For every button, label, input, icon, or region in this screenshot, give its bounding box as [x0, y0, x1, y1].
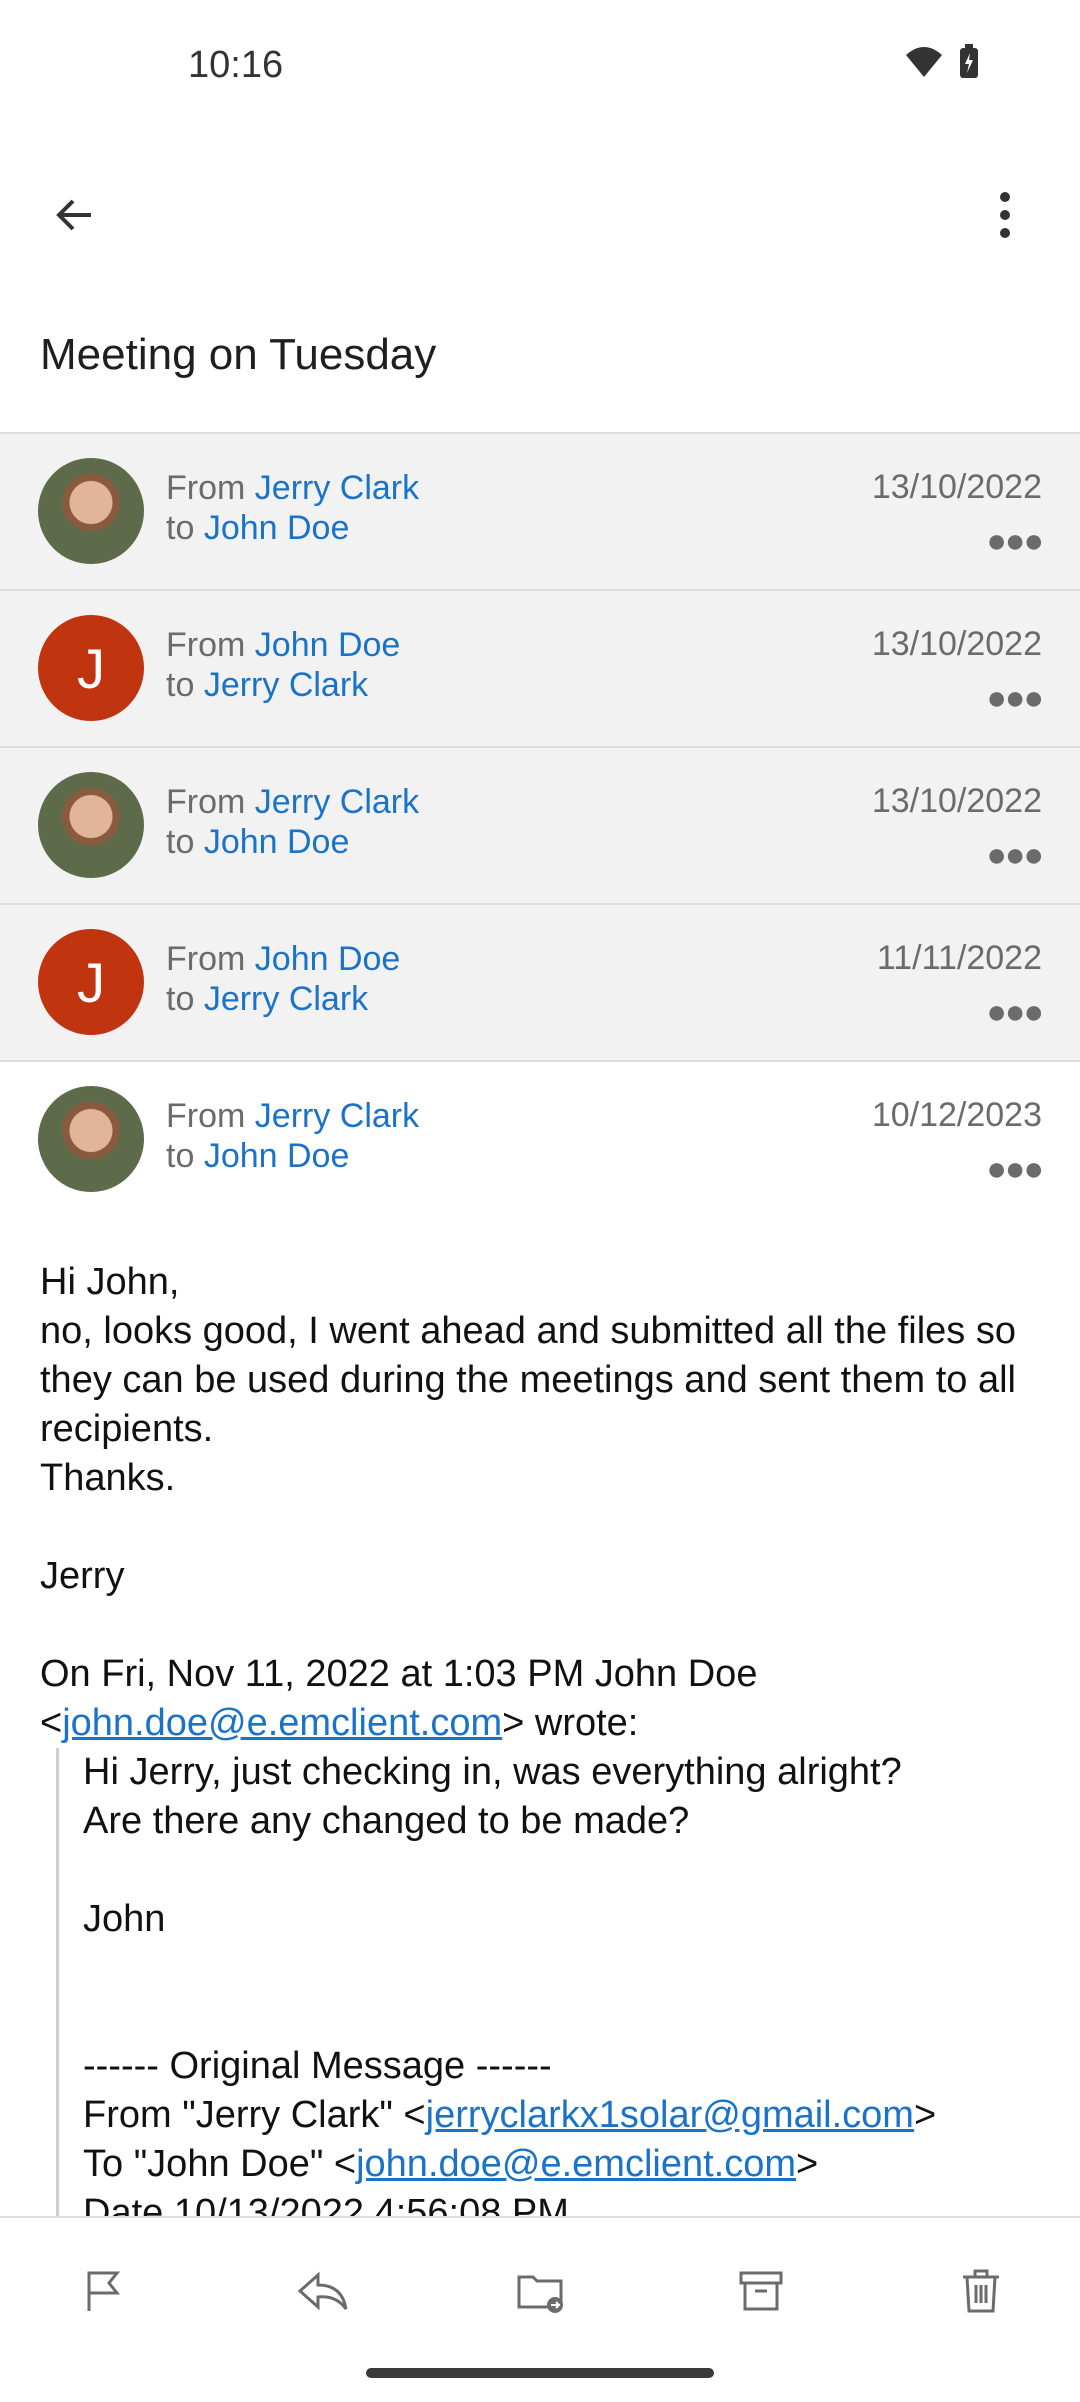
more-horizontal-icon[interactable]: ●●● — [986, 836, 1044, 875]
from-label: From — [166, 626, 246, 664]
sender-name[interactable]: John Doe — [255, 626, 401, 664]
home-indicator[interactable] — [366, 2368, 714, 2378]
avatar — [38, 1086, 144, 1192]
to-label: to — [166, 1137, 195, 1175]
back-button[interactable] — [40, 180, 110, 250]
sender-name[interactable]: Jerry Clark — [255, 469, 419, 507]
flag-button[interactable] — [68, 2256, 138, 2326]
from-label: From — [166, 1097, 246, 1135]
recipient-name[interactable]: John Doe — [204, 1137, 350, 1175]
delete-button[interactable] — [946, 2256, 1016, 2326]
thread-message[interactable]: From Jerry Clark to John Doe 13/10/2022 … — [0, 432, 1080, 589]
app-bar — [0, 160, 1080, 260]
message-date: 13/10/2022 — [871, 625, 1042, 663]
battery-icon — [960, 44, 978, 78]
quote-line: Hi Jerry, just checking in, was everythi… — [83, 1751, 902, 1793]
thread-message[interactable]: J From John Doe to Jerry Clark 11/11/202… — [0, 903, 1080, 1060]
quote-line: Are there any changed to be made? — [83, 1800, 690, 1842]
sender-email-link[interactable]: john.doe@e.emclient.com — [62, 1702, 502, 1744]
avatar: J — [38, 929, 144, 1035]
thread-message[interactable]: From Jerry Clark to John Doe 13/10/2022 … — [0, 746, 1080, 903]
thread-message[interactable]: J From John Doe to Jerry Clark 13/10/202… — [0, 589, 1080, 746]
recipient-name[interactable]: John Doe — [204, 509, 350, 547]
more-options-button[interactable] — [970, 180, 1040, 250]
avatar — [38, 458, 144, 564]
message-thread: From Jerry Clark to John Doe 13/10/2022 … — [0, 432, 1080, 1217]
more-horizontal-icon[interactable]: ●●● — [986, 679, 1044, 718]
from-label: From — [166, 783, 246, 821]
avatar: J — [38, 615, 144, 721]
to-label: to — [166, 980, 195, 1018]
arrow-back-icon — [56, 199, 91, 231]
trash-icon — [963, 2269, 999, 2313]
move-to-folder-icon — [517, 2275, 563, 2313]
sender-name[interactable]: John Doe — [255, 940, 401, 978]
to-label: to — [166, 666, 195, 704]
greeting: Hi John, — [40, 1261, 180, 1303]
message-date: 13/10/2022 — [871, 782, 1042, 820]
archive-icon — [739, 2271, 783, 2311]
signature: Jerry — [40, 1555, 125, 1597]
more-vertical-icon — [1000, 192, 1010, 238]
from-label: From — [166, 940, 246, 978]
recipient-name[interactable]: Jerry Clark — [204, 666, 368, 704]
from-email-link[interactable]: jerryclarkx1solar@gmail.com — [426, 2094, 914, 2136]
status-icons — [904, 44, 980, 80]
to-email-link[interactable]: john.doe@e.emclient.com — [356, 2143, 796, 2185]
more-horizontal-icon[interactable]: ●●● — [986, 1150, 1044, 1189]
flag-icon — [87, 2271, 121, 2311]
status-bar: 10:16 — [0, 0, 1080, 130]
archive-button[interactable] — [726, 2256, 796, 2326]
avatar — [38, 772, 144, 878]
move-button[interactable] — [506, 2256, 576, 2326]
thread-message-open[interactable]: From Jerry Clark to John Doe 10/12/2023 … — [0, 1060, 1080, 1217]
to-label: to — [166, 509, 195, 547]
message-date: 10/12/2023 — [871, 1096, 1042, 1134]
body-paragraph: no, looks good, I went ahead and submitt… — [40, 1310, 1016, 1450]
more-horizontal-icon[interactable]: ●●● — [986, 993, 1044, 1032]
status-time: 10:16 — [188, 44, 284, 86]
quoted-message: Hi Jerry, just checking in, was everythi… — [56, 1748, 1040, 2238]
to-label: to — [166, 823, 195, 861]
message-body: Hi John, no, looks good, I went ahead an… — [40, 1258, 1040, 2238]
message-date: 13/10/2022 — [871, 468, 1042, 506]
quote-signature: John — [83, 1898, 166, 1940]
message-date: 11/11/2022 — [876, 939, 1042, 977]
closing: Thanks. — [40, 1457, 176, 1499]
recipient-name[interactable]: John Doe — [204, 823, 350, 861]
sender-name[interactable]: Jerry Clark — [255, 1097, 419, 1135]
recipient-name[interactable]: Jerry Clark — [204, 980, 368, 1018]
wifi-icon — [906, 47, 942, 77]
sender-name[interactable]: Jerry Clark — [255, 783, 419, 821]
email-subject: Meeting on Tuesday — [40, 330, 437, 379]
from-label: From — [166, 469, 246, 507]
reply-button[interactable] — [288, 2256, 358, 2326]
reply-icon — [297, 2271, 348, 2311]
original-message-divider: ------ Original Message ------ — [83, 2045, 552, 2087]
reply-header: On Fri, Nov 11, 2022 at 1:03 PM John Doe — [40, 1653, 758, 1695]
more-horizontal-icon[interactable]: ●●● — [986, 522, 1044, 561]
